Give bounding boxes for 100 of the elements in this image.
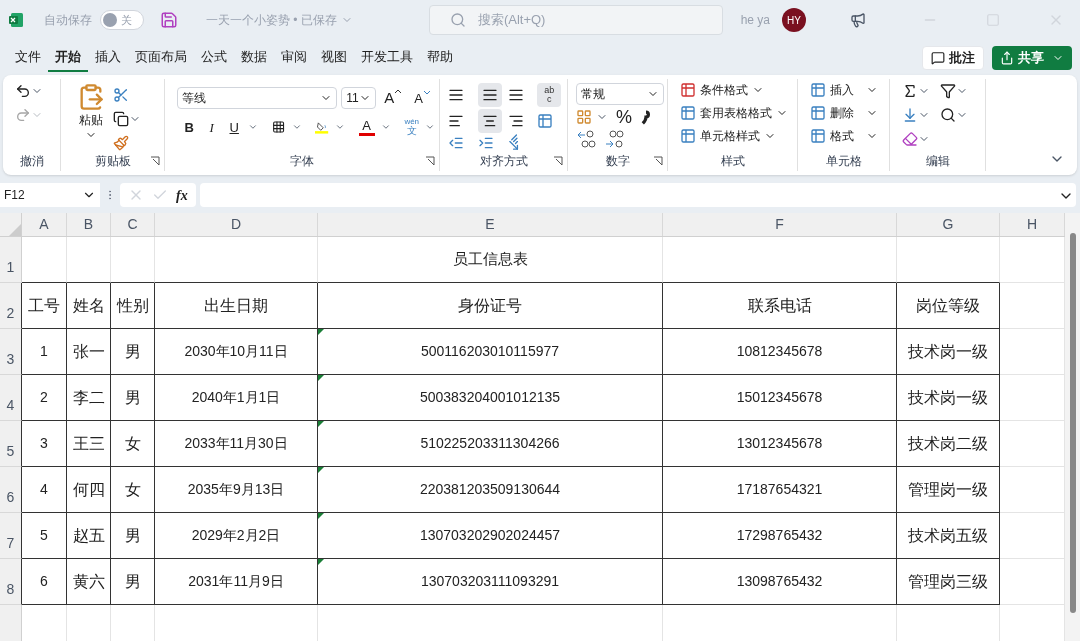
font-size-dropdown[interactable]: 11 — [341, 87, 377, 110]
row-header[interactable]: 2 — [0, 283, 22, 329]
error-indicator-icon[interactable] — [318, 559, 324, 565]
cell-action-button[interactable]: 插入 — [810, 81, 885, 99]
menu-tab[interactable]: 审阅 — [274, 43, 314, 72]
italic-button[interactable]: I — [203, 117, 220, 137]
table-cell: 管理岗三级 — [897, 559, 1000, 605]
table-cell: 技术岗二级 — [897, 421, 1000, 467]
formula-input-field[interactable] — [199, 183, 1076, 207]
align-bottom-icon[interactable] — [507, 87, 524, 103]
menu-tab[interactable]: 视图 — [314, 43, 354, 72]
dialog-launcher-icon[interactable] — [553, 156, 563, 166]
fill-icon[interactable] — [902, 107, 918, 123]
font-color-button[interactable]: A — [358, 118, 375, 136]
comma-style-icon[interactable] — [640, 109, 652, 125]
cut-icon[interactable] — [113, 87, 129, 103]
row-header[interactable]: 6 — [0, 467, 22, 513]
column-header[interactable]: C — [111, 213, 155, 236]
increase-indent-icon[interactable] — [477, 135, 494, 151]
percent-button[interactable]: % — [612, 107, 636, 127]
undo-icon[interactable] — [15, 83, 31, 99]
grow-font-button[interactable]: A — [380, 87, 407, 110]
dialog-launcher-icon[interactable] — [425, 156, 435, 166]
error-indicator-icon[interactable] — [318, 329, 324, 335]
cell-action-button[interactable]: 删除 — [810, 104, 885, 122]
menu-tab[interactable]: 公式 — [194, 43, 234, 72]
header-cell: 性别 — [111, 283, 155, 329]
vertical-scrollbar[interactable] — [1065, 213, 1080, 641]
style-menu-button[interactable]: 套用表格格式 — [680, 104, 793, 122]
table-cell: 2030年10月11日 — [155, 329, 318, 375]
column-header[interactable]: G — [897, 213, 1000, 236]
name-box[interactable]: F12 — [0, 183, 100, 207]
bold-button[interactable]: B — [181, 117, 198, 137]
menu-tab[interactable]: 数据 — [234, 43, 274, 72]
row-header[interactable]: 4 — [0, 375, 22, 421]
align-center-button[interactable] — [477, 109, 502, 133]
menu-tab[interactable]: 帮助 — [420, 43, 460, 72]
style-menu-button[interactable]: 单元格样式 — [680, 127, 793, 145]
font-name-dropdown[interactable]: 等线 — [177, 87, 338, 110]
column-header[interactable]: D — [155, 213, 318, 236]
share-button[interactable]: 共享 — [992, 45, 1072, 70]
megaphone-icon[interactable] — [850, 12, 866, 28]
format-painter-icon[interactable] — [113, 135, 129, 151]
menu-tab[interactable]: 开始 — [48, 43, 88, 72]
cell-action-button[interactable]: 格式 — [810, 127, 885, 145]
menu-tab[interactable]: 插入 — [88, 43, 128, 72]
error-indicator-icon[interactable] — [318, 467, 324, 473]
save-icon[interactable] — [160, 11, 178, 29]
error-indicator-icon[interactable] — [318, 513, 324, 519]
autosum-icon[interactable] — [902, 83, 918, 99]
shrink-font-button[interactable]: A — [410, 88, 435, 108]
currency-icon[interactable] — [576, 109, 592, 125]
table-cell: 王三 — [67, 421, 111, 467]
align-top-icon[interactable] — [448, 87, 464, 103]
menu-tab[interactable]: 文件 — [8, 43, 48, 72]
style-menu-button[interactable]: 条件格式 — [680, 81, 793, 99]
user-name: he ya — [740, 12, 770, 29]
paste-button[interactable]: 粘贴 — [77, 83, 105, 151]
row-header[interactable]: 8 — [0, 559, 22, 605]
dialog-launcher-icon[interactable] — [653, 156, 663, 166]
number-format-dropdown[interactable]: 常规 — [576, 83, 664, 105]
wrap-text-button[interactable]: ab c — [537, 83, 562, 107]
underline-button[interactable]: U — [225, 117, 243, 137]
error-indicator-icon[interactable] — [318, 375, 324, 381]
increase-decimal-icon[interactable] — [576, 129, 596, 149]
dialog-launcher-icon[interactable] — [150, 156, 160, 166]
table-icon — [680, 105, 696, 121]
column-header[interactable]: E — [318, 213, 663, 236]
decrease-decimal-icon[interactable] — [604, 129, 624, 149]
group-label: 单元格 — [825, 153, 862, 170]
menu-tab[interactable]: 页面布局 — [128, 43, 194, 72]
row-header[interactable]: 1 — [0, 237, 22, 283]
decrease-indent-icon[interactable] — [448, 135, 464, 151]
error-indicator-icon[interactable] — [318, 421, 324, 427]
row-header[interactable]: 5 — [0, 421, 22, 467]
column-header[interactable]: B — [67, 213, 111, 236]
copy-icon[interactable] — [113, 111, 129, 127]
row-header[interactable]: 3 — [0, 329, 22, 375]
scrollbar-thumb[interactable] — [1069, 233, 1076, 613]
redo-icon[interactable] — [15, 107, 31, 123]
align-right-icon[interactable] — [507, 113, 524, 129]
search-icon[interactable] — [940, 107, 956, 123]
row-header[interactable]: 7 — [0, 513, 22, 559]
menu-tab[interactable]: 开发工具 — [354, 43, 420, 72]
table-icon — [810, 82, 826, 98]
user-avatar[interactable]: HY — [782, 8, 806, 32]
comment-button[interactable]: 批注 — [922, 45, 984, 70]
group-label: 样式 — [720, 153, 745, 170]
table-cell: 2029年2月2日 — [155, 513, 318, 559]
align-middle-button[interactable] — [477, 83, 502, 107]
insert-function-button[interactable]: fx — [176, 184, 188, 206]
column-header[interactable]: A — [22, 213, 67, 236]
phonetic-button[interactable]: wén 文 — [404, 118, 420, 137]
eraser-icon[interactable] — [902, 131, 918, 147]
align-left-icon[interactable] — [448, 113, 464, 129]
borders-icon[interactable] — [272, 119, 286, 136]
column-header[interactable]: F — [663, 213, 897, 236]
fill-color-icon[interactable] — [315, 119, 329, 136]
sort-filter-icon[interactable] — [940, 83, 956, 99]
merge-cells-icon[interactable] — [537, 113, 554, 129]
